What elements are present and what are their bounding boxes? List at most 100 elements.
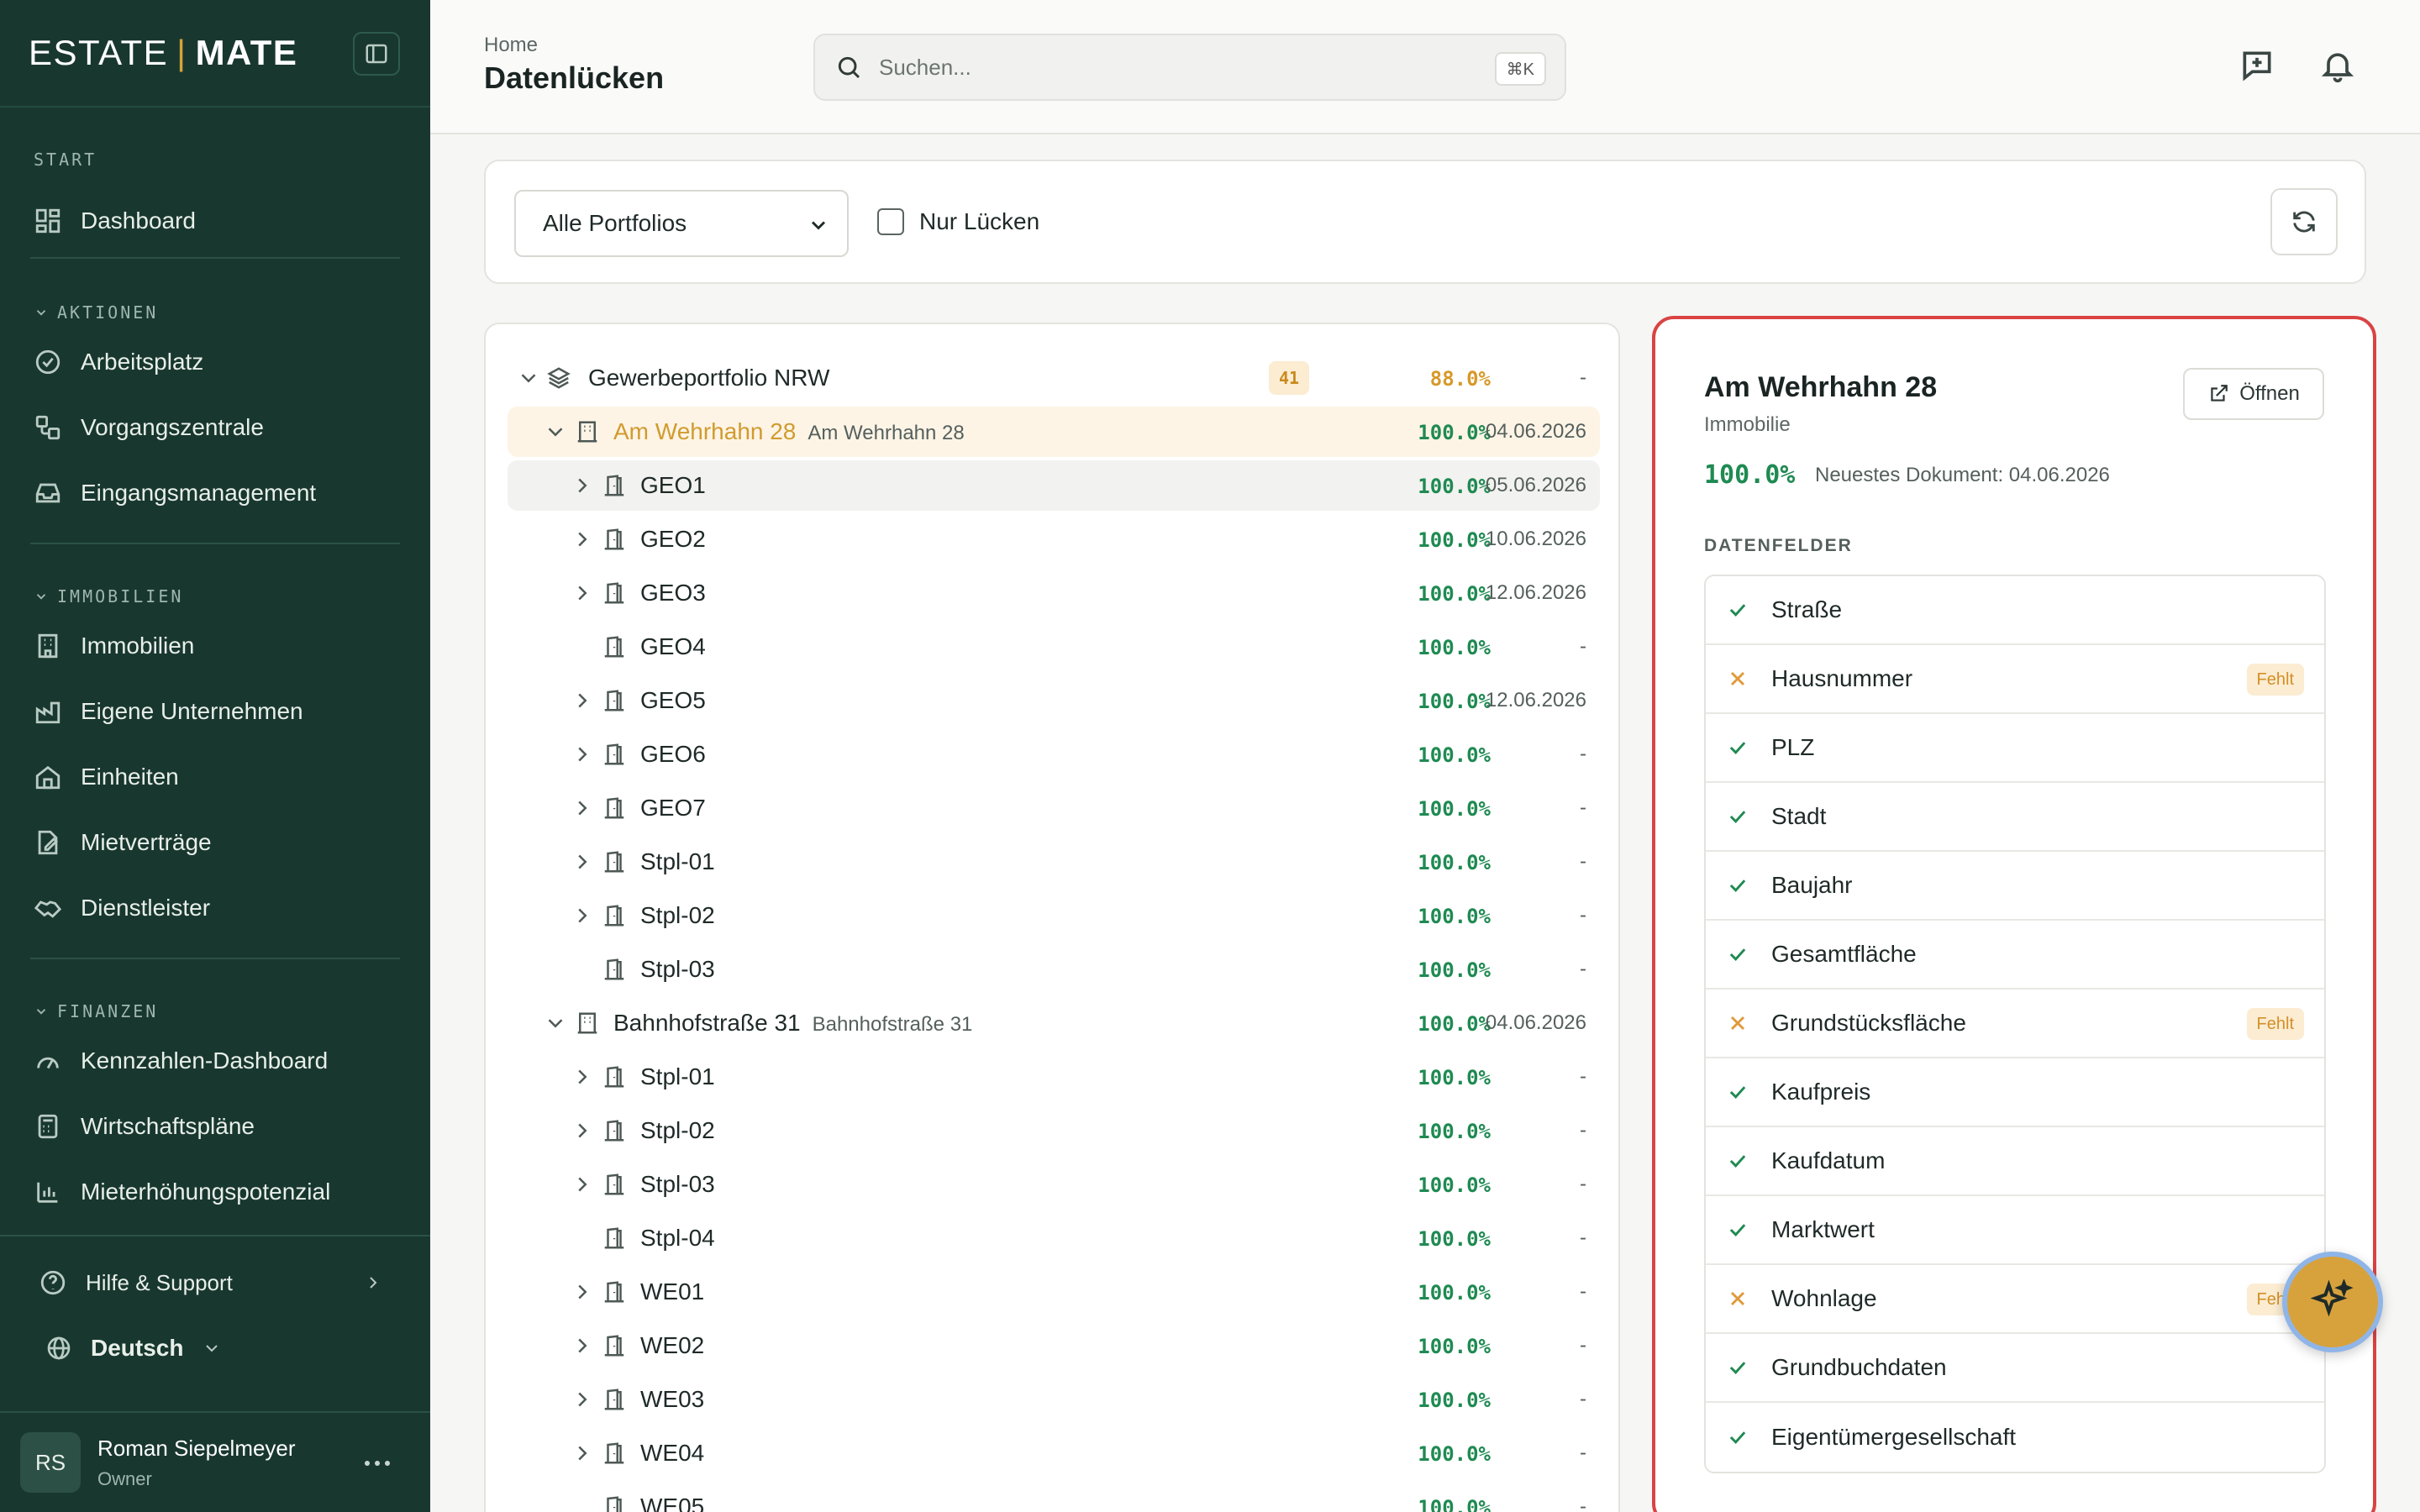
data-field-row[interactable]: Straße [1706, 576, 2324, 645]
tree-row-unit[interactable]: WE05 100.0% - [508, 1482, 1600, 1512]
tree-row-title: Stpl-03 [640, 1171, 715, 1197]
tree-row-title: WE05 [640, 1494, 705, 1512]
chevron-right-icon [370, 1277, 377, 1289]
sidebar-item-eingangsmanagement[interactable]: Eingangsmanagement [0, 460, 430, 526]
tree-row-label: GEO5 [640, 687, 706, 714]
tree-row-unit[interactable]: GEO7 100.0% - [508, 783, 1600, 833]
tree-row-unit[interactable]: GEO2 100.0% 10.06.2026 [508, 514, 1600, 564]
chevron-down-icon[interactable] [516, 365, 541, 391]
tree-row-unit[interactable]: Stpl-02 100.0% - [508, 890, 1600, 941]
tree-row-unit[interactable]: Stpl-01 100.0% - [508, 1052, 1600, 1102]
chevron-right-icon[interactable] [570, 1118, 595, 1143]
logo[interactable]: ESTATE | MATE [29, 33, 297, 73]
tree-row-unit[interactable]: WE02 100.0% - [508, 1320, 1600, 1371]
breadcrumb[interactable]: Home [484, 34, 538, 57]
only-gaps-toggle[interactable]: Nur Lücken [877, 208, 1039, 235]
tree-row-unit[interactable]: GEO5 100.0% 12.06.2026 [508, 675, 1600, 726]
tree-row-unit[interactable]: Stpl-04 100.0% - [508, 1213, 1600, 1263]
tree-row-unit[interactable]: GEO6 100.0% - [508, 729, 1600, 780]
data-field-row[interactable]: Kaufdatum [1706, 1127, 2324, 1196]
sidebar-toggle-button[interactable] [353, 32, 400, 76]
data-field-row[interactable]: Grundbuchdaten [1706, 1334, 2324, 1403]
sidebar-item-kennzahlen-dashboard[interactable]: Kennzahlen-Dashboard [0, 1028, 430, 1094]
ai-assistant-button[interactable] [2282, 1252, 2383, 1352]
search-input[interactable]: Suchen... ⌘K [813, 34, 1566, 101]
sidebar-item-dashboard[interactable]: Dashboard [0, 188, 430, 254]
chevron-right-icon[interactable] [570, 1064, 595, 1089]
tree-row-unit[interactable]: WE03 100.0% - [508, 1374, 1600, 1425]
portfolio-select[interactable]: Alle Portfolios [514, 190, 849, 257]
sidebar-item-vorgangszentrale[interactable]: Vorgangszentrale [0, 395, 430, 460]
data-field-row[interactable]: Marktwert [1706, 1196, 2324, 1265]
chevron-right-icon[interactable] [570, 473, 595, 498]
language-selector[interactable]: Deutsch [0, 1315, 430, 1381]
open-button[interactable]: Öffnen [2183, 368, 2324, 420]
chevron-right-icon[interactable] [570, 795, 595, 821]
chevron-right-icon[interactable] [570, 849, 595, 874]
sidebar-item-mieterhoehungspotenzial[interactable]: Mieterhöhungspotenzial [0, 1159, 430, 1225]
data-field-row[interactable]: Kaufpreis [1706, 1058, 2324, 1127]
check-icon [1729, 879, 1746, 892]
tree-row-unit[interactable]: Stpl-01 100.0% - [508, 837, 1600, 887]
sidebar-item-immobilien[interactable]: Immobilien [0, 613, 430, 679]
data-field-row[interactable]: Stadt [1706, 783, 2324, 852]
tree-row-unit[interactable]: GEO3 100.0% 12.06.2026 [508, 568, 1600, 618]
sidebar-item-wirtschaftsplaene[interactable]: Wirtschaftspläne [0, 1094, 430, 1159]
chevron-right-icon[interactable] [570, 1441, 595, 1466]
data-field-row[interactable]: Grundstücksfläche Fehlt [1706, 990, 2324, 1058]
chevron-right-icon[interactable] [570, 580, 595, 606]
search-placeholder: Suchen... [879, 54, 971, 80]
more-horizontal-icon[interactable] [363, 1453, 392, 1473]
sidebar-item-einheiten[interactable]: Einheiten [0, 744, 430, 810]
feedback-button[interactable] [2238, 47, 2275, 84]
tree-row-unit[interactable]: Stpl-03 100.0% - [508, 944, 1600, 995]
tree-row-unit[interactable]: GEO4 100.0% - [508, 622, 1600, 672]
sidebar-item-mietvertraege[interactable]: Mietverträge [0, 810, 430, 875]
section-label-aktionen[interactable]: AKTIONEN [0, 296, 430, 329]
tree-row-unit[interactable]: GEO1 100.0% 05.06.2026 [508, 460, 1600, 511]
tree-row-unit[interactable]: Stpl-02 100.0% - [508, 1105, 1600, 1156]
tree-row-date: - [1580, 366, 1586, 389]
notifications-button[interactable] [2319, 47, 2356, 84]
tree-row-property[interactable]: Bahnhofstraße 31 Bahnhofstraße 31 100.0% 04… [508, 998, 1600, 1048]
chevron-right-icon[interactable] [570, 1387, 595, 1412]
only-gaps-checkbox[interactable] [877, 208, 904, 235]
tree-row-unit[interactable]: Stpl-03 100.0% - [508, 1159, 1600, 1210]
data-field-row[interactable]: Eigentümergesellschaft [1706, 1403, 2324, 1472]
chevron-right-icon[interactable] [570, 1279, 595, 1305]
tree-row-unit[interactable]: WE01 100.0% - [508, 1267, 1600, 1317]
grid-icon [35, 208, 60, 234]
chevron-right-icon[interactable] [570, 1333, 595, 1358]
tree-row-subtitle: Am Wehrhahn 28 [808, 422, 965, 444]
data-field-row[interactable]: Wohnlage Fehlt [1706, 1265, 2324, 1334]
chevron-down-icon[interactable] [543, 1011, 568, 1036]
chevron-right-icon[interactable] [570, 903, 595, 928]
data-field-row[interactable]: Gesamtfläche [1706, 921, 2324, 990]
tree-row-unit[interactable]: WE04 100.0% - [508, 1428, 1600, 1478]
section-label-finanzen[interactable]: FINANZEN [0, 995, 430, 1028]
sidebar-item-arbeitsplatz[interactable]: Arbeitsplatz [0, 329, 430, 395]
sidebar-item-dienstleister[interactable]: Dienstleister [0, 875, 430, 941]
refresh-button[interactable] [2270, 188, 2338, 255]
tree-row-property[interactable]: Am Wehrhahn 28 Am Wehrhahn 28 100.0% 04.06.… [508, 407, 1600, 457]
data-field-row[interactable]: Baujahr [1706, 852, 2324, 921]
section-label-immobilien[interactable]: IMMOBILIEN [0, 580, 430, 613]
tree-row-portfolio[interactable]: Gewerbeportfolio NRW 41 88.0% - [508, 353, 1600, 403]
data-field-row[interactable]: PLZ [1706, 714, 2324, 783]
chevron-down-icon [36, 594, 46, 600]
chevron-right-icon[interactable] [570, 742, 595, 767]
user-profile[interactable]: RS Roman Siepelmeyer Owner [0, 1411, 430, 1512]
sidebar-item-eigene-unternehmen[interactable]: Eigene Unternehmen [0, 679, 430, 744]
door-icon [602, 1226, 627, 1251]
tree-row-percent: 100.0% [1418, 1496, 1491, 1512]
latest-document: Neuestes Dokument: 04.06.2026 [1815, 464, 2110, 486]
help-support-item[interactable]: Hilfe & Support [0, 1250, 430, 1315]
chevron-right-icon[interactable] [570, 688, 595, 713]
tree-row-title: WE01 [640, 1278, 705, 1305]
chevron-down-icon[interactable] [543, 419, 568, 444]
chevron-right-icon[interactable] [570, 1172, 595, 1197]
top-header: Home Datenlücken Suchen... ⌘K [430, 0, 2420, 134]
data-field-row[interactable]: Hausnummer Fehlt [1706, 645, 2324, 714]
divider [30, 543, 400, 544]
chevron-right-icon[interactable] [570, 527, 595, 552]
